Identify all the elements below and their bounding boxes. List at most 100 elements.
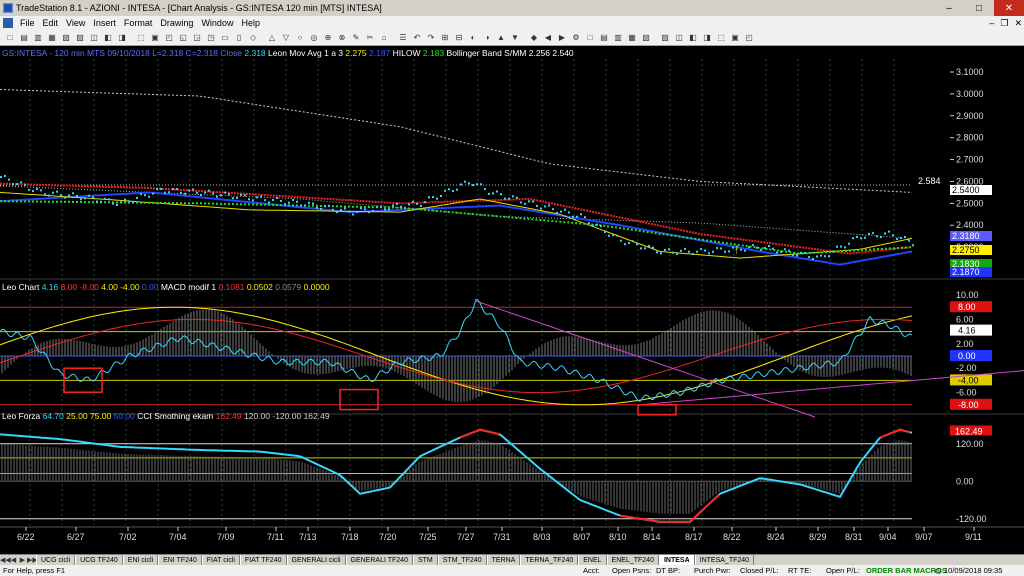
menu-drawing[interactable]: Drawing	[156, 18, 197, 28]
tab-enel-tf240[interactable]: ENEL_TF240	[606, 554, 659, 566]
close-button[interactable]: ✕	[994, 0, 1024, 16]
toolbar-new-icon[interactable]: □	[584, 32, 596, 44]
toolbar-copy-icon[interactable]: ▨	[74, 32, 86, 44]
price-close-dot	[24, 183, 26, 186]
tab-terna[interactable]: TERNA	[486, 554, 521, 566]
tab-ucg-cicli[interactable]: UCG cicli	[36, 554, 76, 566]
tab-eni-tf240[interactable]: ENI TF240	[158, 554, 202, 566]
tab-intesa-tf240[interactable]: INTESA_TF240	[694, 554, 755, 566]
toolbar-cut-icon[interactable]: ▧	[60, 32, 72, 44]
menu-format[interactable]: Format	[120, 18, 157, 28]
price_pane-legend-item: 2.318	[244, 48, 268, 58]
toolbar-print-icon[interactable]: ▦	[46, 32, 58, 44]
tab-stm[interactable]: STM	[412, 554, 438, 566]
price-close-dot	[212, 192, 214, 195]
minimize-button[interactable]: –	[934, 0, 964, 16]
menu-edit[interactable]: Edit	[39, 18, 63, 28]
toolbar-save-icon[interactable]: ▥	[612, 32, 624, 44]
tab-fiat-cicli[interactable]: FIAT cicli	[201, 554, 240, 566]
toolbar-options-icon[interactable]: ◲	[191, 32, 203, 44]
prev-tab-arrow-icon[interactable]: ◀	[9, 556, 18, 564]
menu-insert[interactable]: Insert	[89, 18, 120, 28]
toolbar-matrix-icon[interactable]: ▣	[149, 32, 161, 44]
toolbar-save-icon[interactable]: ▥	[32, 32, 44, 44]
toolbar-paste-icon[interactable]: ◫	[673, 32, 685, 44]
toolbar-cut-icon[interactable]: ▧	[640, 32, 652, 44]
toolbar-half-left-icon[interactable]: ◐	[467, 32, 479, 44]
toolbar-account-icon[interactable]: ▭	[219, 32, 231, 44]
price-close-dot	[64, 196, 66, 199]
toolbar-print-icon[interactable]: ▦	[626, 32, 638, 44]
maximize-button[interactable]: □	[964, 0, 994, 16]
toolbar-half-right-icon[interactable]: ◑	[481, 32, 493, 44]
last-tab-arrow-icon[interactable]: ▶▶	[27, 556, 38, 564]
tab-eni-cicli[interactable]: ENI cicli	[122, 554, 159, 566]
price-close-dot	[676, 252, 678, 255]
price-close-dot	[668, 248, 670, 251]
toolbar-pencil-icon[interactable]: ✎	[350, 32, 362, 44]
toolbar-chart-icon[interactable]: ◧	[102, 32, 114, 44]
toolbar-copy-icon[interactable]: ▨	[659, 32, 671, 44]
cci_pane-legend-item: 25.00	[66, 411, 90, 421]
tab-generali-cicli[interactable]: GENERALI cicli	[286, 554, 346, 566]
price-tick-label: 2.9000	[956, 111, 984, 121]
price-close-dot	[452, 190, 454, 193]
toolbar-target-icon[interactable]: ◎	[308, 32, 320, 44]
mdi-restore-button[interactable]: ❐	[1000, 18, 1008, 29]
toolbar-redo-icon[interactable]: ↷	[425, 32, 437, 44]
tab-generali-tf240[interactable]: GENERALI TF240	[345, 554, 413, 566]
toolbar-right-icon[interactable]: ▶	[556, 32, 568, 44]
toolbar-left-icon[interactable]: ◀	[542, 32, 554, 44]
toolbar-zoom-out-icon[interactable]: ⊗	[336, 32, 348, 44]
document-icon[interactable]	[3, 18, 13, 28]
toolbar-radar-icon[interactable]: ◰	[743, 32, 755, 44]
toolbar-down-icon[interactable]: ▼	[509, 32, 521, 44]
toolbar-settings-icon[interactable]: ⚙	[570, 32, 582, 44]
menu-file[interactable]: File	[16, 18, 39, 28]
toolbar-radar-icon[interactable]: ◰	[163, 32, 175, 44]
next-tab-arrow-icon[interactable]: ▶	[18, 556, 27, 564]
toolbar-home-icon[interactable]: ⌂	[378, 32, 390, 44]
toolbar-scanner-icon[interactable]: ⬚	[715, 32, 727, 44]
toolbar-arrow-down-icon[interactable]: ▽	[280, 32, 292, 44]
tab-stm-tf240[interactable]: STM_TF240	[437, 554, 487, 566]
toolbar-matrix-icon[interactable]: ▣	[729, 32, 741, 44]
toolbar-collapse-icon[interactable]: ⊟	[453, 32, 465, 44]
toolbar-new-icon[interactable]: □	[4, 32, 16, 44]
tab-enel[interactable]: ENEL	[578, 554, 607, 566]
toolbar-diamond-icon[interactable]: ◇	[247, 32, 259, 44]
closed-pl-label: Closed P/L:	[740, 566, 779, 575]
tab-terna-tf240[interactable]: TERNA_TF240	[520, 554, 579, 566]
chart-area[interactable]: GS:INTESA - 120 min MTS 09/10/2018 L=2.3…	[0, 47, 1024, 541]
menu-help[interactable]: Help	[237, 18, 264, 28]
price-close-dot	[216, 195, 218, 198]
toolbar-undo-icon[interactable]: ↶	[411, 32, 423, 44]
toolbar-alerts-icon[interactable]: ▯	[233, 32, 245, 44]
toolbar-open-icon[interactable]: ▤	[598, 32, 610, 44]
toolbar-quote-icon[interactable]: ◨	[701, 32, 713, 44]
toolbar-gem-icon[interactable]: ◆	[528, 32, 540, 44]
toolbar-orders-icon[interactable]: ◳	[205, 32, 217, 44]
cci-badge-label: 162.49	[955, 426, 983, 436]
tab-fiat-tf240[interactable]: FIAT TF240	[239, 554, 287, 566]
toolbar-scissors-icon[interactable]: ✂	[364, 32, 376, 44]
mdi-close-button[interactable]: ✕	[1014, 18, 1022, 29]
toolbar-triangle-icon[interactable]: △	[266, 32, 278, 44]
toolbar-zoom-in-icon[interactable]: ⊕	[322, 32, 334, 44]
toolbar-paste-icon[interactable]: ◫	[88, 32, 100, 44]
toolbar-scanner-icon[interactable]: ⬚	[135, 32, 147, 44]
tab-intesa[interactable]: INTESA	[658, 554, 695, 566]
menu-window[interactable]: Window	[197, 18, 237, 28]
toolbar-news-icon[interactable]: ◱	[177, 32, 189, 44]
toolbar-up-icon[interactable]: ▲	[495, 32, 507, 44]
toolbar-list-icon[interactable]: ☰	[397, 32, 409, 44]
first-tab-arrow-icon[interactable]: ◀◀	[0, 556, 11, 564]
tab-ucg-tf240[interactable]: UCG TF240	[75, 554, 123, 566]
toolbar-quote-icon[interactable]: ◨	[116, 32, 128, 44]
mdi-minimize-button[interactable]: –	[989, 18, 994, 28]
menu-view[interactable]: View	[62, 18, 89, 28]
toolbar-open-icon[interactable]: ▤	[18, 32, 30, 44]
toolbar-expand-icon[interactable]: ⊞	[439, 32, 451, 44]
toolbar-chart-icon[interactable]: ◧	[687, 32, 699, 44]
toolbar-circle-icon[interactable]: ○	[294, 32, 306, 44]
